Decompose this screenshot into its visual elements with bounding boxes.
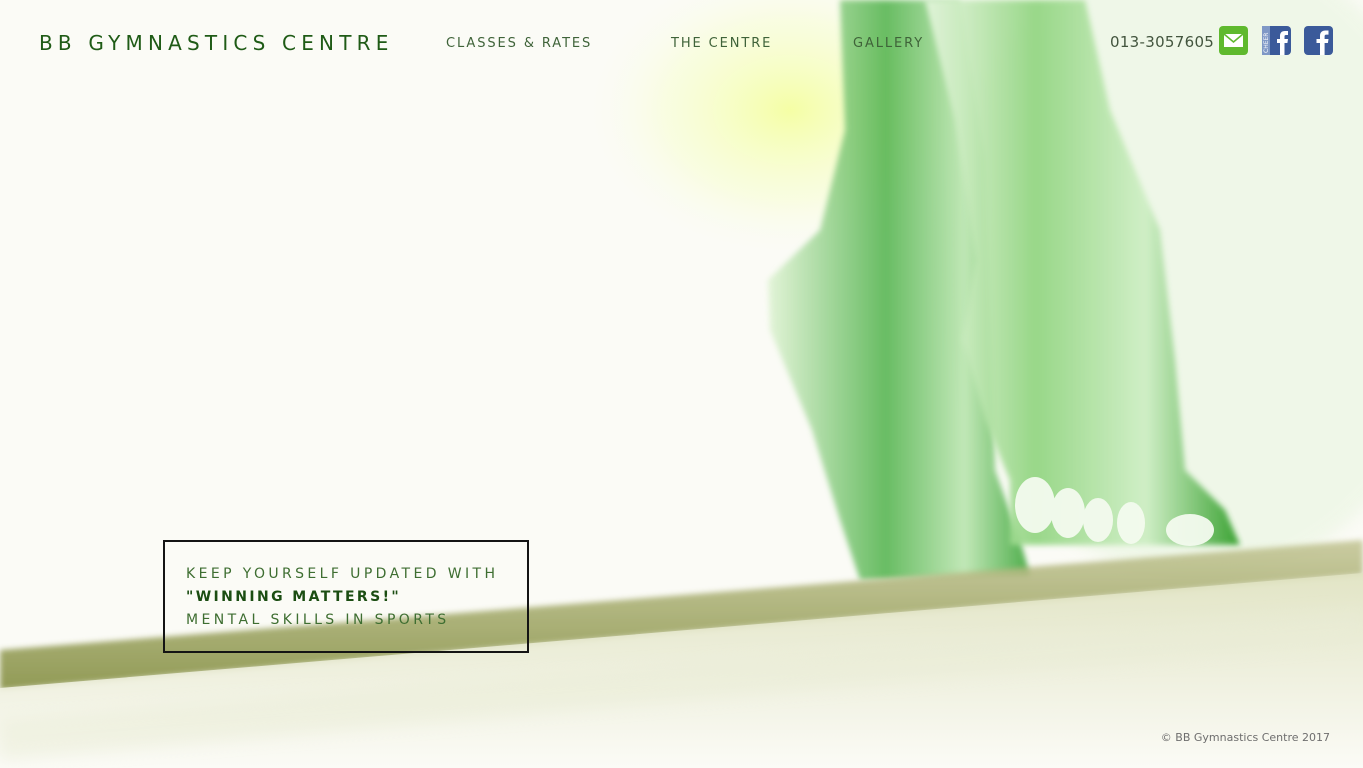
cheer-facebook-icon[interactable]: CHEER — [1262, 26, 1291, 55]
cheer-badge-text: CHEER — [1263, 33, 1270, 53]
hero-section: BB GYMNASTICS CENTRE CLASSES & RATES THE… — [0, 0, 1363, 768]
site-logo-title[interactable]: BB GYMNASTICS CENTRE — [39, 31, 394, 55]
site-header: BB GYMNASTICS CENTRE CLASSES & RATES THE… — [0, 0, 1363, 90]
phone-number[interactable]: 013-3057605 — [1110, 33, 1214, 51]
nav-gallery[interactable]: GALLERY — [853, 36, 924, 51]
promo-box-winning-matters[interactable]: KEEP YOURSELF UPDATED WITH "WINNING MATT… — [163, 540, 529, 653]
copyright-footer: © BB Gymnastics Centre 2017 — [1160, 731, 1330, 744]
nav-classes-rates[interactable]: CLASSES & RATES — [446, 36, 592, 51]
nav-the-centre[interactable]: THE CENTRE — [671, 36, 772, 51]
promo-line-1: KEEP YOURSELF UPDATED WITH — [186, 566, 499, 582]
facebook-icon[interactable] — [1304, 26, 1333, 55]
email-icon[interactable] — [1219, 26, 1248, 55]
promo-line-3: MENTAL SKILLS IN SPORTS — [186, 612, 450, 628]
promo-title: "WINNING MATTERS!" — [186, 589, 402, 605]
